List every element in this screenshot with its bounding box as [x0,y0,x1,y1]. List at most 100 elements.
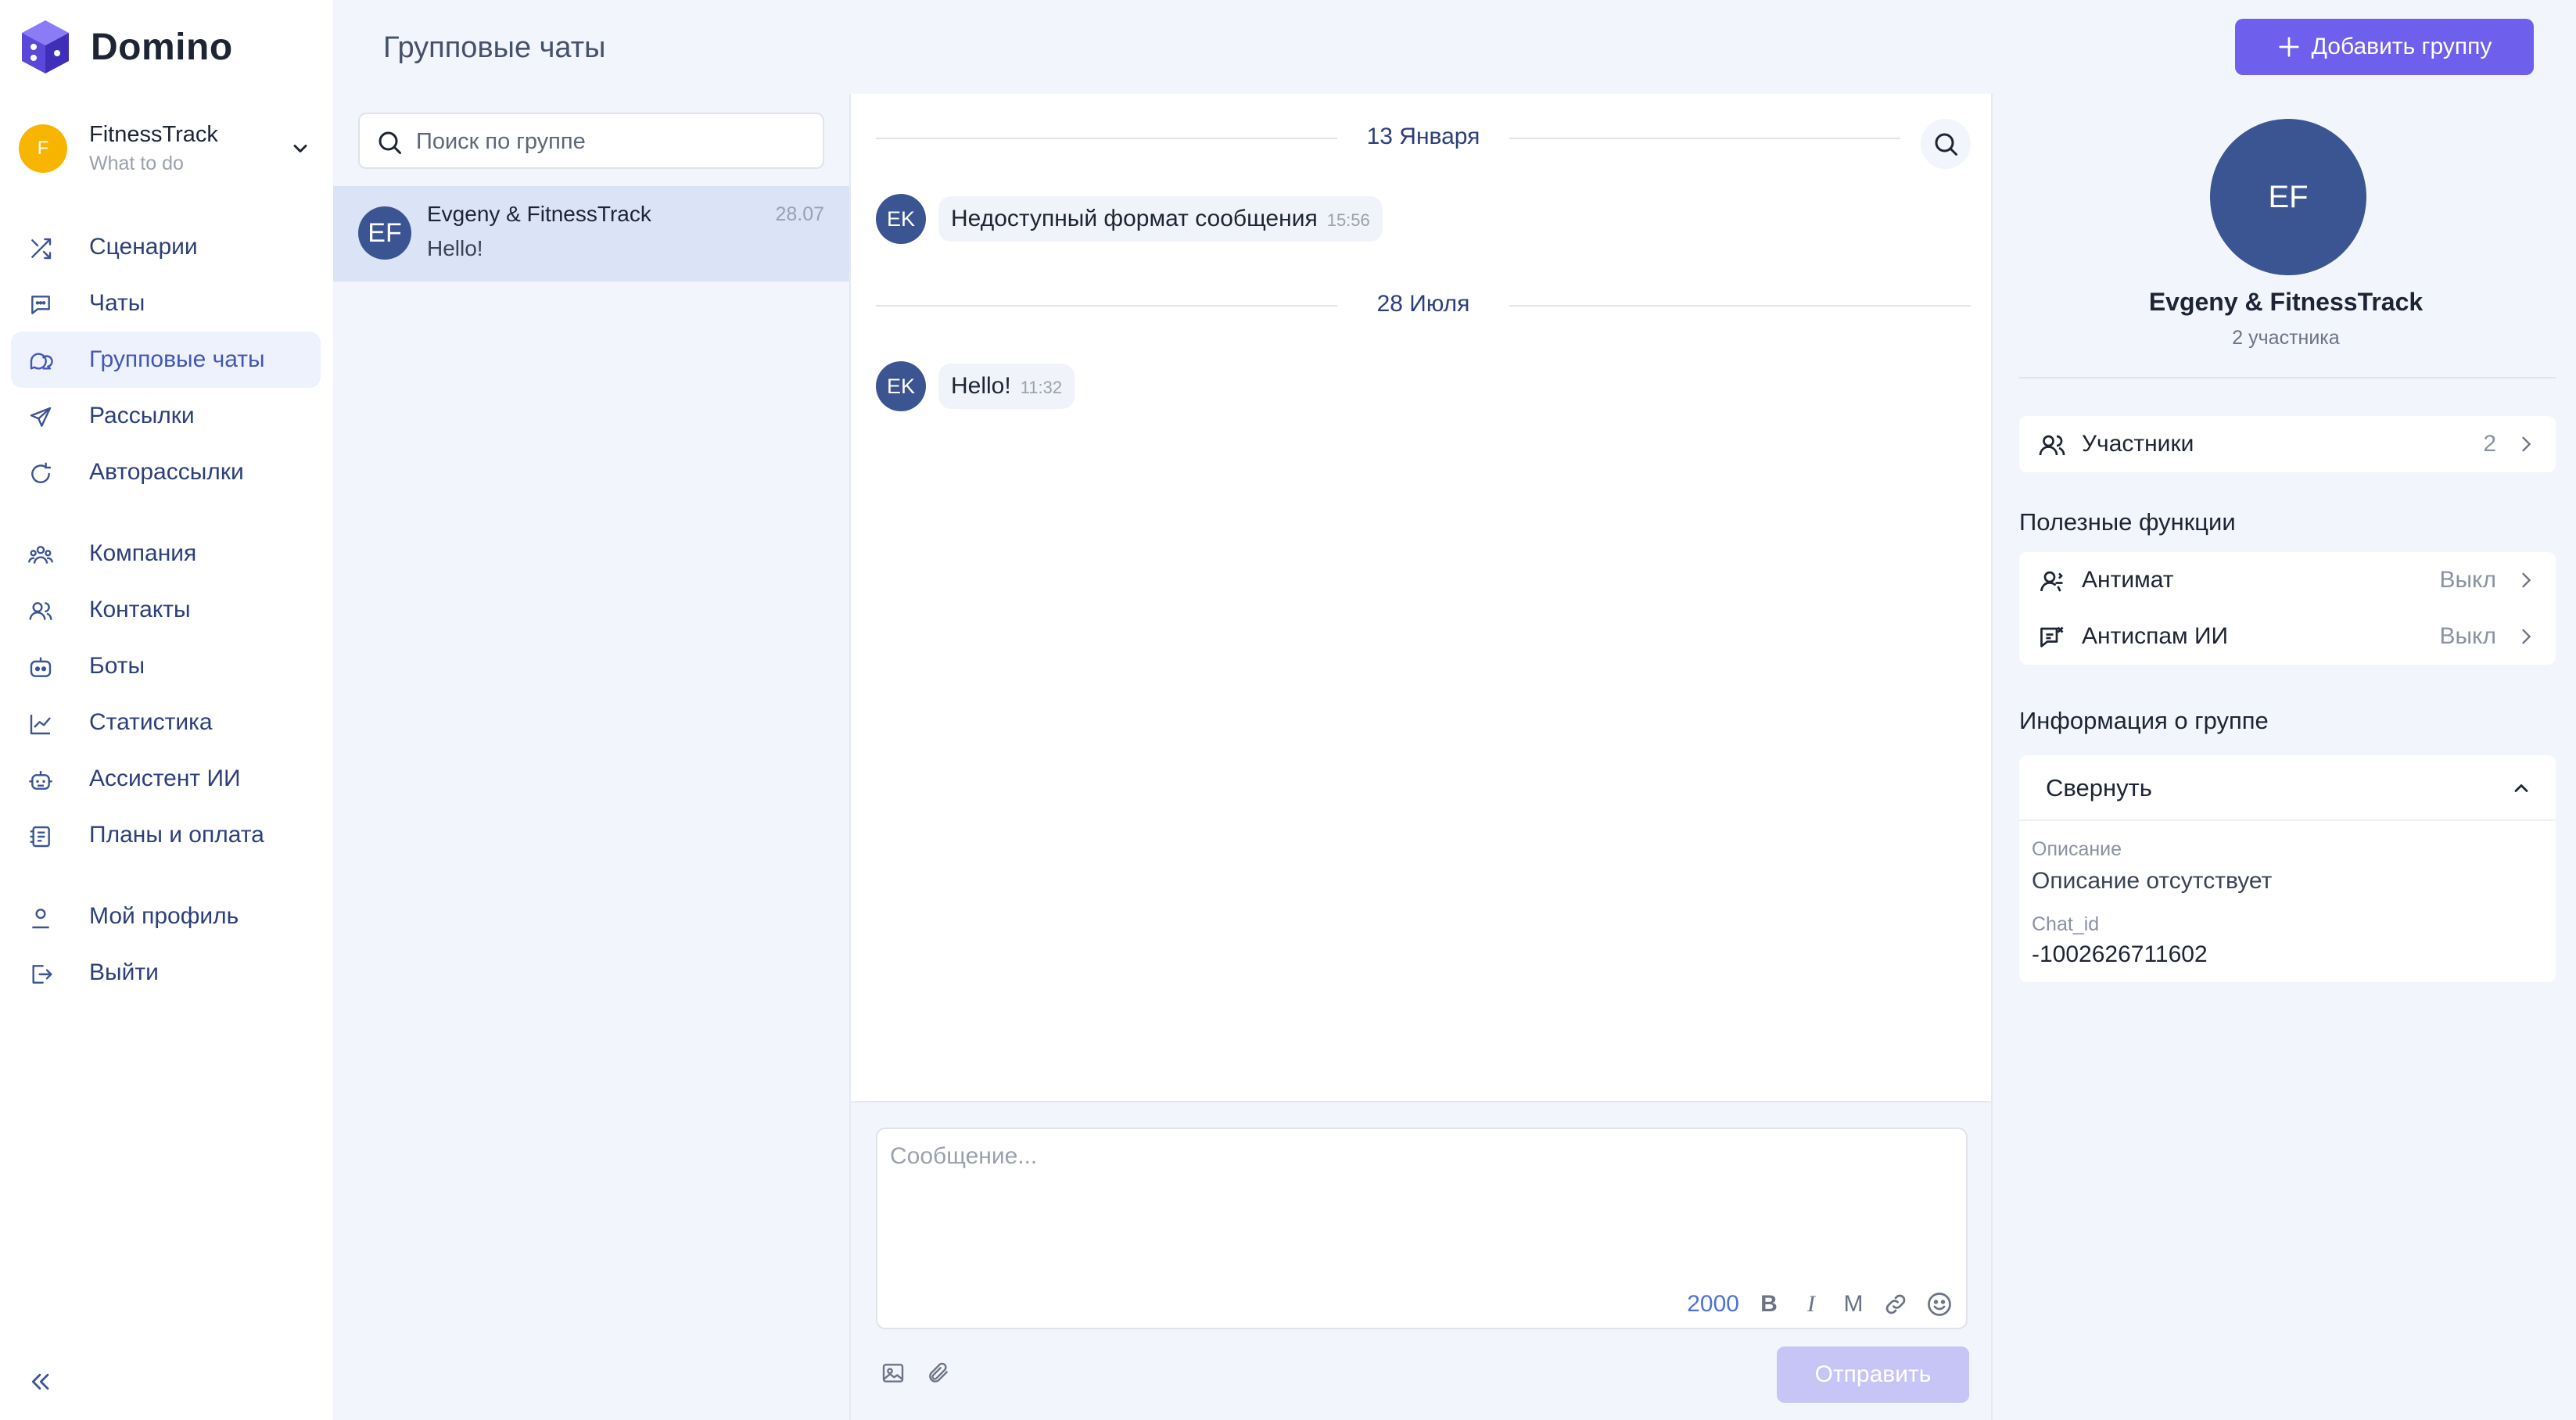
account-avatar: F [19,124,67,173]
italic-button[interactable]: I [1799,1291,1824,1318]
function-label: Антимат [2082,567,2174,593]
bold-button[interactable]: B [1756,1291,1781,1318]
function-value: Выкл [2439,623,2496,649]
sidebar-item-label: Авторассылки [89,459,244,485]
sidebar-item-label: Групповые чаты [89,346,265,372]
char-counter: 2000 [1687,1291,1739,1317]
date-separator: 28 Июля [876,289,1971,321]
chevron-down-icon [293,145,307,152]
sidebar-item-label: Боты [89,653,145,679]
conversation-search-button[interactable] [1921,119,1971,169]
conversation-panel: 13 Января EK Недоступный формат сообщени… [849,94,1993,1420]
sidebar-item-label: Сценарии [89,234,198,260]
collapse-label: Свернуть [2046,774,2152,801]
sidebar-item-label: Планы и оплата [89,822,264,848]
function-row-antispam[interactable]: Антиспам ИИ Выкл [2019,608,2556,665]
sidebar-item-billing[interactable]: Планы и оплата [11,807,321,863]
search-icon [1935,133,1957,156]
sidebar-item-label: Мой профиль [89,903,239,929]
domino-logo-icon [22,20,69,74]
page-title: Групповые чаты [383,31,606,64]
sidebar-item-mailings[interactable]: Рассылки [11,388,321,444]
auto-send-icon [31,462,52,483]
group-name: Evgeny & FitnessTrack [2148,288,2424,316]
group-search[interactable] [358,113,824,169]
chat-avatar: EF [358,206,411,260]
group-avatar: EF [2210,119,2366,275]
format-toolbar: 2000 B I M [1687,1290,1954,1318]
date-label: 28 Июля [1376,291,1470,317]
message-bubble: Недоступный формат сообщения 15:56 [938,196,1383,242]
sidebar-item-contacts[interactable]: Контакты [11,582,321,638]
collapse-toggle[interactable]: Свернуть [2019,755,2556,821]
composer-area: 2000 B I M Отправить [851,1101,1991,1420]
message-text: Недоступный формат сообщения [951,206,1318,231]
sidebar-item-company[interactable]: Компания [11,525,321,582]
message-avatar: EK [876,361,926,411]
chart-icon [30,715,51,735]
message: EK Hello! 11:32 [876,361,1075,411]
chevron-right-icon [2522,572,2531,588]
bot-icon [30,657,52,677]
function-label: Антиспам ИИ [2082,623,2229,649]
group-chat-list: EF Evgeny & FitnessTrack Hello! 28.07 [333,94,849,1420]
sidebar-item-bots[interactable]: Боты [11,638,321,694]
group-chat-icon [30,353,53,370]
sidebar-item-group-chats[interactable]: Групповые чаты [11,332,321,388]
user-icon [32,909,49,929]
functions-card: Антимат Выкл Антиспам ИИ Выкл [2019,552,2556,665]
chat-last-message: Hello! [427,236,483,260]
emoji-icon[interactable] [1925,1290,1954,1318]
send-icon [30,407,52,427]
date-separator: 13 Января [876,122,1971,153]
chat-title: Evgeny & FitnessTrack [427,202,651,226]
chat-list-item[interactable]: EF Evgeny & FitnessTrack Hello! 28.07 [333,186,849,281]
account-switcher[interactable]: F FitnessTrack What to do [19,117,324,180]
sidebar-item-scenarios[interactable]: Сценарии [11,219,321,275]
chevron-right-icon [2522,436,2531,452]
paperclip-icon[interactable] [926,1361,951,1386]
plus-icon [2279,37,2299,57]
send-button[interactable]: Отправить [1777,1346,1969,1403]
image-icon[interactable] [881,1361,906,1386]
sidebar-item-statistics[interactable]: Статистика [11,694,321,751]
contacts-icon [29,602,52,620]
message-time: 15:56 [1326,210,1370,230]
search-input[interactable] [416,124,807,160]
date-label: 13 Января [1366,124,1480,149]
account-subtitle: What to do [89,152,184,174]
description-value: Описание отсутствует [2032,868,2273,894]
antimat-icon [2040,571,2063,592]
participants-row[interactable]: Участники 2 [2019,416,2556,472]
add-group-button[interactable]: Добавить группу [2235,19,2534,75]
message-input[interactable] [890,1143,1954,1260]
sidebar-item-logout[interactable]: Выйти [11,945,321,1001]
sidebar-item-label: Контакты [89,597,191,622]
link-icon[interactable] [1883,1292,1908,1317]
page-header: Групповые чаты Добавить группу [333,0,2576,94]
function-row-antimat[interactable]: Антимат Выкл [2019,552,2556,608]
sidebar-item-chats[interactable]: Чаты [11,275,321,332]
collapse-sidebar-icon[interactable] [28,1370,52,1393]
participants-icon [2039,435,2065,456]
logo[interactable]: Domino [19,19,233,75]
divider [2019,377,2556,378]
add-group-label: Добавить группу [2311,34,2492,59]
chevron-right-icon [2522,629,2531,644]
company-icon [28,546,53,564]
message: EK Недоступный формат сообщения 15:56 [876,194,1383,244]
message-avatar: EK [876,194,926,244]
sidebar: Domino F FitnessTrack What to do Сценари… [0,0,333,1420]
sidebar-item-auto-mailings[interactable]: Авторассылки [11,444,321,500]
sidebar-item-profile[interactable]: Мой профиль [11,888,321,945]
chat-bubble-icon [31,296,50,314]
message-time: 11:32 [1020,378,1063,397]
group-info-panel: EF Evgeny & FitnessTrack 2 участника Уча… [1993,94,2576,1420]
antispam-icon [2040,626,2064,647]
sidebar-item-ai-assistant[interactable]: Ассистент ИИ [11,751,321,807]
sidebar-item-label: Статистика [89,709,213,735]
message-text: Hello! [951,373,1011,399]
monospace-button[interactable]: M [1841,1291,1866,1318]
account-name: FitnessTrack [89,122,218,147]
chevron-up-icon [2514,784,2528,792]
